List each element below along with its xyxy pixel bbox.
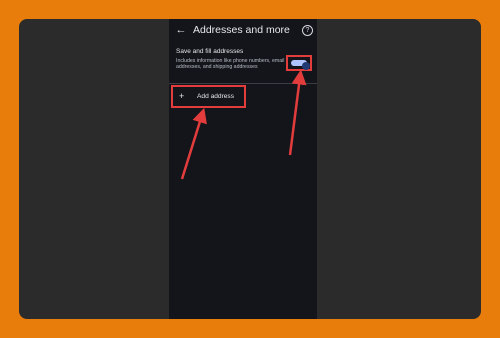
save-fill-addresses-title: Save and fill addresses — [176, 48, 244, 55]
save-fill-addresses-toggle[interactable] — [291, 60, 310, 70]
help-icon[interactable]: ? — [302, 25, 313, 36]
toggle-highlight — [286, 55, 312, 71]
toggle-knob — [302, 62, 310, 70]
add-address-label: Add address — [197, 93, 235, 100]
plus-icon: + — [179, 91, 185, 101]
screenshot-frame: ← Addresses and more ? Save and fill add… — [19, 19, 481, 319]
app-bar: ← Addresses and more ? — [169, 19, 317, 45]
phone-screen: ← Addresses and more ? Save and fill add… — [169, 19, 317, 319]
divider — [169, 83, 317, 84]
arrow-back-icon[interactable]: ← — [175, 24, 187, 36]
save-fill-addresses-description: Includes information like phone numbers,… — [176, 58, 285, 71]
page-title: Addresses and more — [193, 24, 290, 36]
add-address-button[interactable]: + Add address — [171, 85, 246, 108]
